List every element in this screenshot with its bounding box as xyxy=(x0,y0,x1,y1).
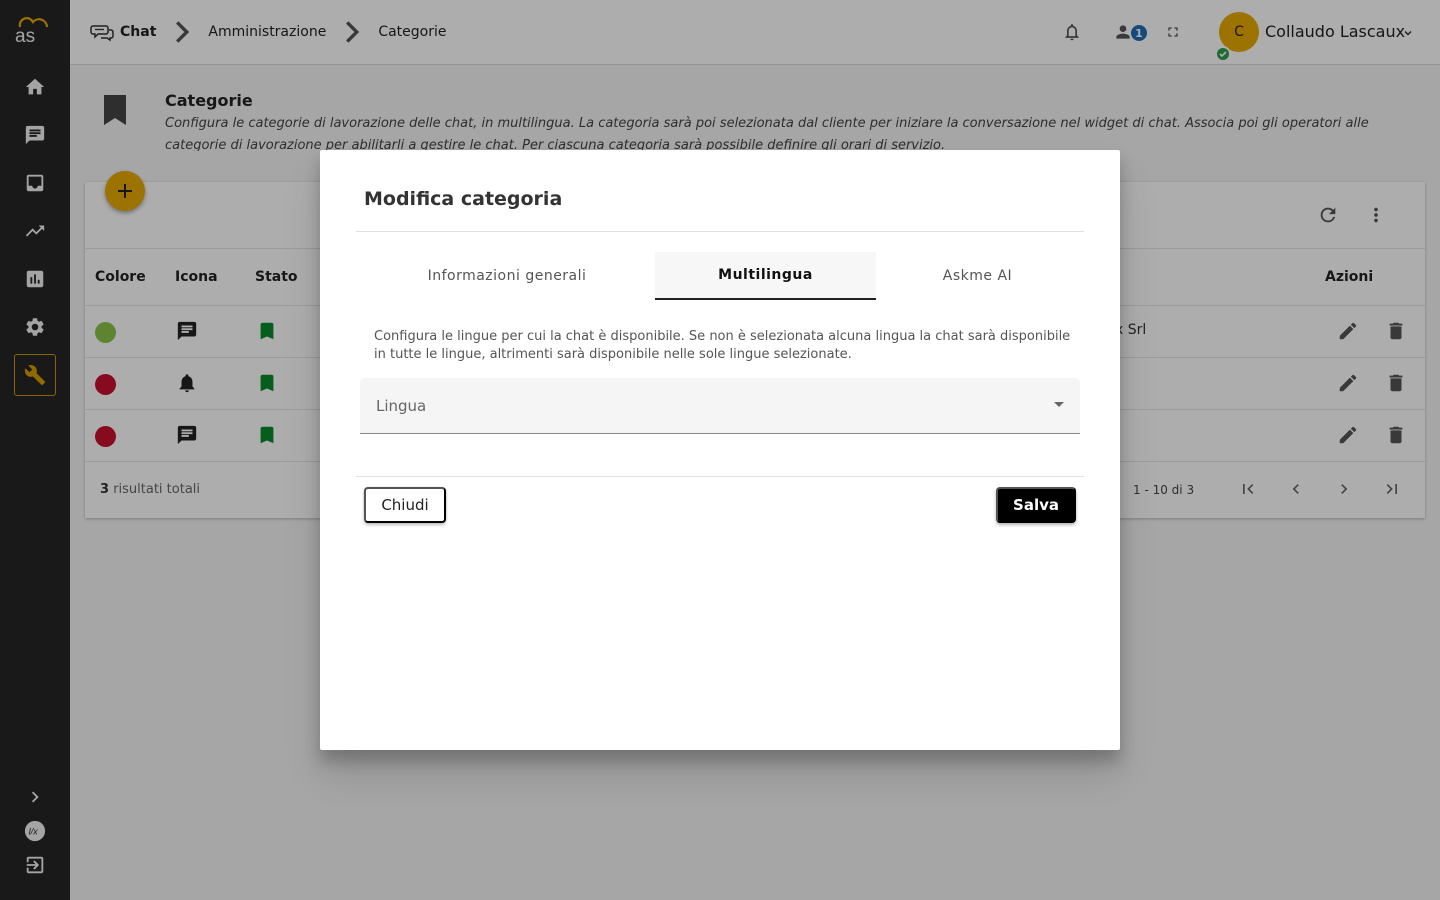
tab-askme-ai[interactable]: Askme AI xyxy=(876,252,1079,300)
dropdown-arrow-icon xyxy=(1054,402,1064,407)
save-button[interactable]: Salva xyxy=(996,487,1076,523)
dialog-divider xyxy=(356,231,1084,232)
language-select-label: Lingua xyxy=(376,397,427,415)
tab-multilanguage[interactable]: Multilingua xyxy=(655,252,876,300)
close-button[interactable]: Chiudi xyxy=(364,487,446,523)
language-select[interactable]: Lingua xyxy=(360,378,1080,434)
tab-general-info[interactable]: Informazioni generali xyxy=(400,252,614,300)
multilanguage-description: Configura le lingue per cui la chat è di… xyxy=(374,329,1071,362)
dialog-footer-divider xyxy=(356,476,1084,477)
dialog-title: Modifica categoria xyxy=(364,188,563,210)
edit-category-dialog: Modifica categoria Informazioni generali… xyxy=(320,150,1120,750)
